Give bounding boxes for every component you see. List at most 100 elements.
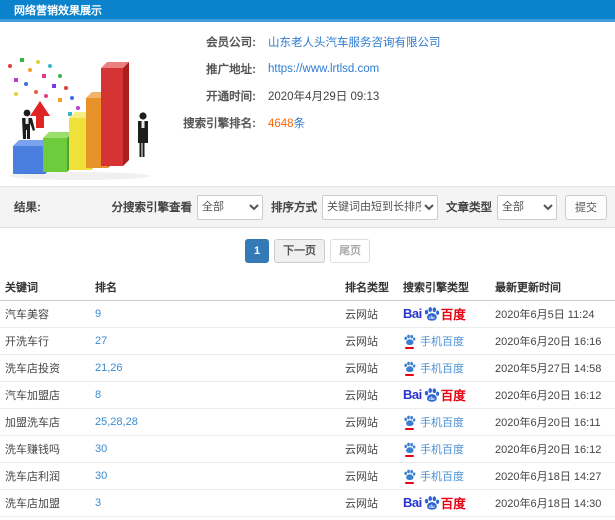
table-header-row: 关键词 排名 排名类型 搜索引擎类型 最新更新时间 [0, 274, 615, 301]
rank-type-cell: 云网站 [340, 354, 398, 382]
baidu-logo-text: Bai [403, 387, 422, 402]
updated-cell: 2020年6月20日 16:16 [490, 327, 615, 355]
info-value: 4648条 [268, 115, 305, 131]
info-label: 开通时间: [206, 90, 256, 103]
rank-cell: 25,28,28 [90, 408, 340, 436]
updated-cell: 2020年6月18日 14:27 [490, 462, 615, 490]
rank-cell: 9 [90, 300, 340, 328]
result-label: 结果: [14, 202, 41, 214]
engine-filter-label: 分搜索引擎查看 [111, 202, 193, 214]
baidu-mobile-paw-icon [403, 468, 416, 484]
ranking-count: 4648 [268, 117, 294, 130]
rank-link[interactable]: 30 [95, 443, 107, 455]
baidu-pc-logo: Bai du 百度 [403, 385, 485, 404]
baidu-paw-icon: du [424, 496, 439, 510]
engine-filter-select[interactable]: 全部 [197, 194, 263, 220]
baidu-mobile-paw-icon [403, 360, 416, 376]
keyword-cell: 加盟洗车店 [0, 408, 90, 436]
page-1-button[interactable]: 1 [244, 239, 270, 263]
baidu-mobile-logo: 手机百度 [403, 468, 485, 484]
table-row: 汽车加盟店 8 云网站 Bai du 百度 2020年6月20日 16:12 [0, 381, 615, 409]
col-header-rank: 排名 [90, 274, 340, 301]
info-value: 山东老人头汽车服务咨询有限公司 [268, 34, 441, 50]
baidu-paw-icon: du [424, 307, 439, 321]
rank-link[interactable]: 8 [95, 389, 101, 401]
baidu-mobile-paw-icon [403, 333, 416, 349]
col-header-engine-type: 搜索引擎类型 [398, 274, 490, 301]
table-row: 汽车美容 9 云网站 Bai du 百度 2020年6月5日 11:24 [0, 300, 615, 328]
rank-link[interactable]: 25,28,28 [95, 416, 138, 428]
baidu-logo-text: Bai [403, 306, 422, 321]
keyword-cell: 洗车店投资 [0, 354, 90, 382]
baidu-mobile-label: 手机百度 [420, 443, 464, 456]
member-info-row: 会员公司: 山东老人头汽车服务咨询有限公司 [178, 28, 441, 55]
submit-button[interactable]: 提交 [565, 194, 607, 220]
col-header-updated: 最新更新时间 [490, 274, 615, 301]
member-summary-section: 会员公司: 山东老人头汽车服务咨询有限公司 推广地址: https://www.… [0, 22, 615, 186]
sort-filter-label: 排序方式 [271, 202, 317, 214]
baidu-logo-cn-text: 百度 [440, 308, 466, 322]
baidu-mobile-label: 手机百度 [420, 416, 464, 429]
info-value-text: 2020年4月29日 09:13 [268, 90, 380, 103]
rank-link[interactable]: 21,26 [95, 362, 123, 374]
rank-type-cell: 云网站 [340, 435, 398, 463]
info-value-link[interactable]: https://www.lrtlsd.com [268, 63, 379, 75]
rank-type-cell: 云网站 [340, 408, 398, 436]
updated-cell: 2020年6月20日 16:12 [490, 435, 615, 463]
keyword-cell: 汽车美容 [0, 300, 90, 328]
table-row: 洗车店加盟 3 云网站 Bai du 百度 2020年6月18日 14:30 [0, 489, 615, 517]
info-value-link[interactable]: 山东老人头汽车服务咨询有限公司 [268, 37, 441, 49]
svg-text:du: du [429, 396, 435, 401]
article-type-select[interactable]: 全部 [497, 194, 557, 220]
filter-bar: 结果: 分搜索引擎查看 全部 排序方式 关键词由短到长排序 文章类型 全部 提交 [0, 186, 615, 228]
updated-cell: 2020年5月27日 14:58 [490, 354, 615, 382]
rank-cell: 30 [90, 435, 340, 463]
rank-type-cell: 云网站 [340, 327, 398, 355]
results-table-body: 汽车美容 9 云网站 Bai du 百度 2020年6月5日 11:24 开洗车… [0, 300, 615, 517]
table-row: 开洗车行 27 云网站 Bai du 百度 [0, 327, 615, 355]
growth-chart-illustration [8, 58, 150, 180]
rank-link[interactable]: 9 [95, 308, 101, 320]
baidu-logo-cn-text: 百度 [440, 497, 466, 511]
baidu-mobile-logo: 手机百度 [403, 333, 485, 349]
member-info-list: 会员公司: 山东老人头汽车服务咨询有限公司 推广地址: https://www.… [178, 28, 441, 136]
svg-text:du: du [429, 504, 435, 509]
page-title: 网络营销效果展示 [14, 5, 102, 17]
updated-cell: 2020年6月5日 11:24 [490, 300, 615, 328]
baidu-pc-logo: Bai du 百度 [403, 493, 485, 512]
updated-cell: 2020年6月20日 16:11 [490, 408, 615, 436]
info-value: 2020年4月29日 09:13 [268, 88, 379, 104]
engine-cell: Bai du 百度 手机百度 [398, 354, 490, 382]
keyword-cell: 汽车加盟店 [0, 381, 90, 409]
baidu-mobile-label: 手机百度 [420, 470, 464, 483]
rank-link[interactable]: 30 [95, 470, 107, 482]
engine-cell: Bai du 百度 手机百度 [398, 300, 490, 328]
table-row: 洗车店利润 30 云网站 Bai du 百度 [0, 462, 615, 490]
baidu-mobile-paw-icon [403, 441, 416, 457]
col-header-rank-type: 排名类型 [340, 274, 398, 301]
table-row: 洗车赚钱吗 30 云网站 Bai du 百度 [0, 435, 615, 463]
next-page-button[interactable]: 下一页 [274, 239, 326, 263]
engine-cell: Bai du 百度 手机百度 [398, 462, 490, 490]
updated-cell: 2020年6月18日 14:30 [490, 489, 615, 517]
baidu-paw-icon: du [424, 388, 439, 402]
rank-cell: 27 [90, 327, 340, 355]
rank-link[interactable]: 27 [95, 335, 107, 347]
baidu-mobile-label: 手机百度 [420, 362, 464, 375]
sort-filter-select[interactable]: 关键词由短到长排序 [322, 194, 438, 220]
baidu-mobile-label: 手机百度 [420, 335, 464, 348]
results-table: 关键词 排名 排名类型 搜索引擎类型 最新更新时间 汽车美容 9 云网站 Bai… [0, 274, 615, 517]
rank-cell: 30 [90, 462, 340, 490]
rank-cell: 21,26 [90, 354, 340, 382]
last-page-button[interactable]: 尾页 [330, 239, 371, 263]
baidu-mobile-logo: 手机百度 [403, 360, 485, 376]
info-label: 推广地址: [206, 63, 256, 76]
keyword-cell: 洗车店加盟 [0, 489, 90, 517]
bar-green [43, 132, 73, 172]
keyword-cell: 洗车店利润 [0, 462, 90, 490]
table-row: 加盟洗车店 25,28,28 云网站 Bai du 百度 [0, 408, 615, 436]
rank-type-cell: 云网站 [340, 300, 398, 328]
pagination: 1 下一页 尾页 [0, 228, 615, 274]
rank-cell: 3 [90, 489, 340, 517]
rank-link[interactable]: 3 [95, 497, 101, 509]
